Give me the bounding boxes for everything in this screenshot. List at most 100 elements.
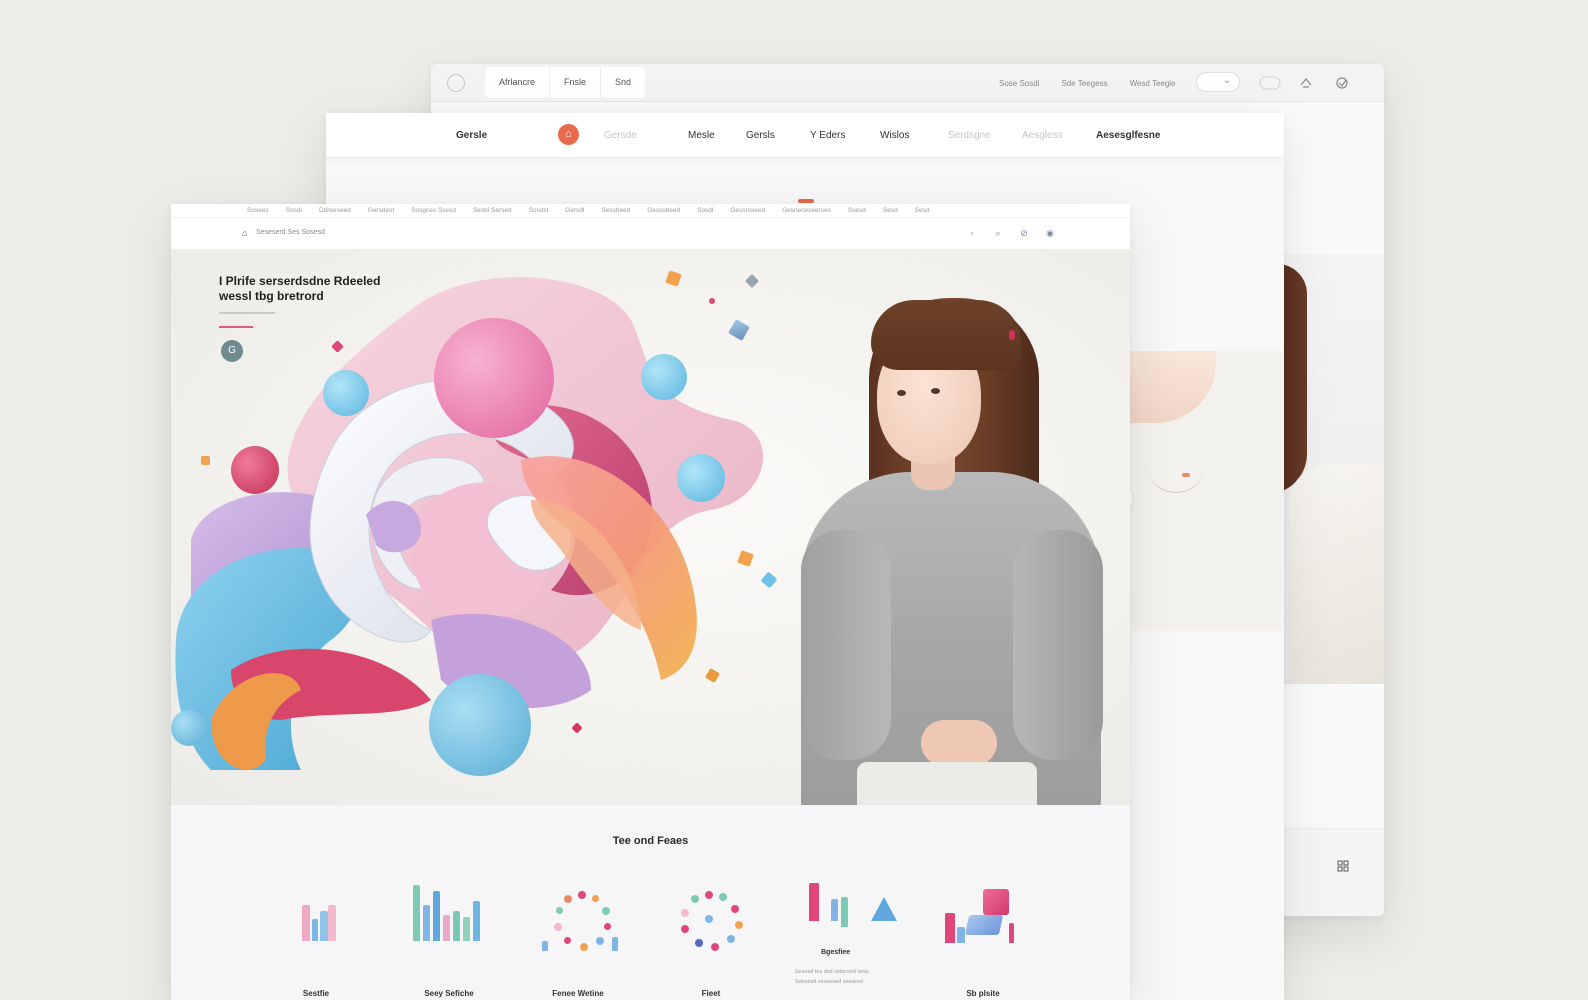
subnav-item[interactable]: Gessrsseed <box>730 207 765 214</box>
back-link-3[interactable]: Wesd Teegle <box>1130 79 1176 88</box>
feature-card[interactable]: Seey Sefiche <box>399 885 499 1000</box>
mid-nav-item-4[interactable]: Y Eders <box>810 113 845 158</box>
feature-illustration-bars <box>399 885 499 965</box>
feature-bar <box>831 899 838 921</box>
back-window-links: Sose Sosdi Sde Teegess Wesd Teegle <box>999 64 1176 102</box>
feature-bar <box>453 911 460 941</box>
ring-dot <box>727 935 735 943</box>
triangle-shape <box>871 897 897 921</box>
confetti-piece <box>709 298 715 304</box>
filter-icon[interactable]: ⊘ <box>1017 226 1031 240</box>
subnav-item[interactable]: Sosgces Ssesd <box>411 207 456 214</box>
subnav-item[interactable]: Sesbi Sersed <box>473 207 512 214</box>
subnav-item[interactable]: Sessbeed <box>601 207 630 214</box>
feature-illustration-ring <box>528 885 628 965</box>
feature-bar <box>320 911 328 941</box>
feature-card[interactable]: Fenee Wetine <box>528 885 628 1000</box>
mid-nav-item-5[interactable]: Wislos <box>880 113 909 158</box>
feature-bar <box>612 937 618 951</box>
middle-brand[interactable]: Gersle <box>456 113 487 158</box>
subnav-item[interactable]: Sosdi <box>286 207 302 214</box>
subnav-item[interactable]: Sosees <box>247 207 269 214</box>
feature-illustration-blocks <box>933 885 1033 965</box>
front-browser-window: Sosees Sosdi Ddreeseed Gersdest Sosgces … <box>171 204 1130 1000</box>
subnav-item[interactable]: Sosdl <box>697 207 713 214</box>
mid-nav-item-3[interactable]: Gersls <box>746 113 775 158</box>
girl-skirt <box>857 762 1037 805</box>
feature-label: Seey Sefiche <box>424 989 474 998</box>
search-icon[interactable]: ⌕ <box>991 226 1005 240</box>
feature-bar <box>809 883 819 921</box>
feature-bar <box>957 927 965 943</box>
back-hero-sweater <box>1289 464 1384 684</box>
feature-card[interactable]: Sestfie <box>266 885 366 1000</box>
feature-card[interactable]: Sb plsite <box>933 885 1033 1000</box>
ring-dot <box>705 915 713 923</box>
bookmark-icon[interactable]: ▫ <box>965 226 979 240</box>
back-tab-1[interactable]: Afrlancre <box>485 67 551 98</box>
girl-eye <box>931 388 940 394</box>
user-icon[interactable]: ◉ <box>1043 226 1057 240</box>
girl-hair-clip <box>1009 330 1015 340</box>
feature-bar <box>945 913 955 943</box>
mid-nav-item-1[interactable]: Gersde <box>604 113 637 158</box>
decor-ball-red <box>231 446 279 494</box>
subnav-item[interactable]: Gersdl <box>565 207 584 214</box>
feature-illustration-ring <box>661 885 761 965</box>
breadcrumb[interactable]: Seseserd Ses Sosesd <box>256 229 325 236</box>
feature-bar <box>302 905 310 941</box>
ring-dot <box>691 895 699 903</box>
decor-ball-blue <box>677 454 725 502</box>
feature-bar <box>542 941 548 951</box>
mid-nav-item-7[interactable]: Aesgless <box>1022 113 1063 158</box>
feature-bar <box>328 905 336 941</box>
feature-bar <box>443 915 450 941</box>
filter-icon[interactable] <box>1329 71 1355 95</box>
decor-ball-pink <box>434 318 554 438</box>
feature-bar <box>433 891 440 941</box>
chevron-down-icon: ⌄ <box>1222 75 1231 86</box>
subnav-item[interactable]: Ssesd <box>848 207 866 214</box>
home-icon[interactable]: ⌂ <box>242 228 247 238</box>
subnav-item[interactable]: Sesd <box>883 207 898 214</box>
back-tab-2[interactable]: Fnsle <box>550 67 602 98</box>
decor-ball-blue-large <box>429 674 531 776</box>
subnav-item[interactable]: Gersdest <box>368 207 394 214</box>
back-link-2[interactable]: Sde Teegess <box>1061 79 1107 88</box>
feature-label: Sestfie <box>302 989 330 998</box>
mid-nav-item-2[interactable]: Mesle <box>688 113 715 158</box>
mid-nav-item-8[interactable]: Aesesglfesne <box>1096 113 1160 158</box>
ring-dot <box>681 925 689 933</box>
back-window-topbar: Afrlancre Fnsle Snd Sose Sosdi Sde Teege… <box>431 64 1384 102</box>
decor-ball-blue <box>171 710 207 746</box>
share-icon[interactable] <box>1293 71 1319 95</box>
confetti-piece <box>201 456 210 465</box>
feature-card[interactable]: Bgesfiee Sesesd tes dsd selacsed sess Sd… <box>791 883 897 1000</box>
subnav-item[interactable]: Sosdsl <box>529 207 549 214</box>
front-header: ⌂ Seseserd Ses Sosesd ▫ ⌕ ⊘ ◉ <box>171 218 1130 250</box>
back-tab-3[interactable]: Snd <box>601 67 645 98</box>
logo-icon[interactable] <box>447 74 465 92</box>
back-link-1[interactable]: Sose Sosdi <box>999 79 1039 88</box>
subnav-item[interactable]: Gesneceseerses <box>782 207 831 214</box>
subnav-item[interactable]: Gesssbeed <box>647 207 680 214</box>
mid-nav-item-6[interactable]: Serdsgne <box>948 113 991 158</box>
subnav-item[interactable]: Ddreeseed <box>319 207 351 214</box>
toggle-icon[interactable] <box>1257 71 1283 95</box>
middle-window-navbar: Gersle ⌂ Gersde Mesle Gersls Y Eders Wis… <box>326 113 1284 158</box>
ring-dot <box>564 937 571 944</box>
ring-dot <box>731 905 739 913</box>
ring-dot <box>711 943 719 951</box>
feature-bar <box>413 885 420 941</box>
feature-card[interactable]: Fieet <box>661 885 761 1000</box>
feature-bar <box>1009 923 1014 943</box>
back-footer-band <box>1267 828 1384 916</box>
back-window-select[interactable]: ⌄ <box>1196 72 1240 92</box>
features-section: Tee ond Feaes Sestfie Seey Sefiche Fenee… <box>171 805 1130 1000</box>
subnav-item[interactable]: Sesd <box>915 207 930 214</box>
grid-icon[interactable] <box>1337 860 1349 875</box>
middle-hero-accent <box>1182 473 1190 477</box>
hero-section: I Plrife serserdsdne Rdeeled wessl tbg b… <box>171 250 1130 805</box>
ring-dot <box>735 921 743 929</box>
brand-logo-icon[interactable]: ⌂ <box>558 124 579 145</box>
